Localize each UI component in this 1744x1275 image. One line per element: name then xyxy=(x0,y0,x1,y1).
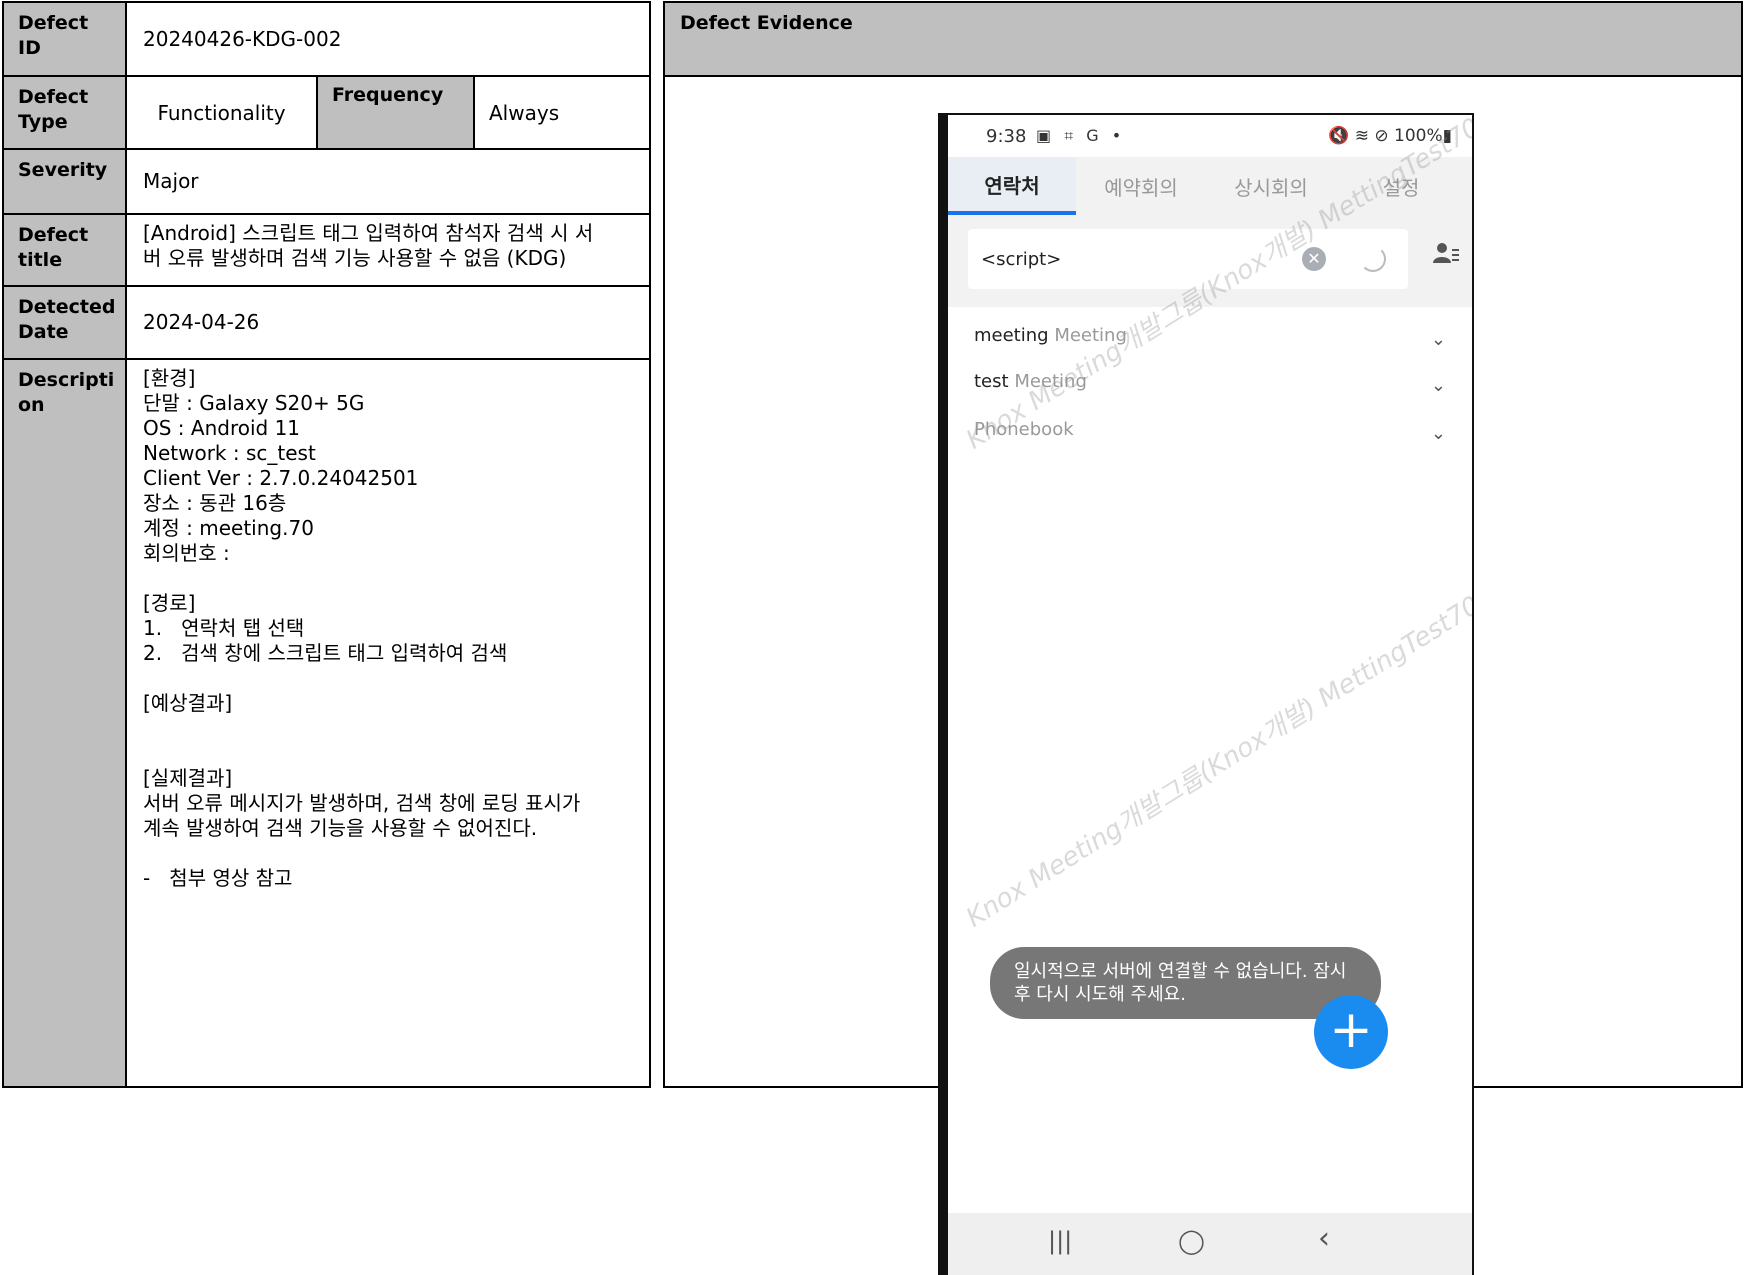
defect-title-label: Defect title xyxy=(4,215,127,285)
search-input-value: <script> xyxy=(981,249,1062,270)
tab-scheduled-meetings[interactable]: 예약회의 xyxy=(1076,157,1206,215)
frequency-value: Always xyxy=(489,100,560,125)
description-label: Descripti on xyxy=(4,360,127,1086)
back-icon[interactable]: ‹ xyxy=(1318,1221,1330,1256)
row-defect-title: Defect title [Android] 스크립트 태그 입력하여 참석자 … xyxy=(4,215,649,287)
row-detected-date: Detected Date 2024-04-26 xyxy=(4,287,649,360)
row-defect-id: Defect ID 20240426-KDG-002 xyxy=(4,3,649,77)
defect-id-label: Defect ID xyxy=(4,3,127,75)
severity-label: Severity xyxy=(4,150,127,213)
status-notification-icons: ▣ ⌗ G • xyxy=(1036,126,1126,145)
tab-contacts[interactable]: 연락처 xyxy=(948,157,1076,215)
defect-id-value: 20240426-KDG-002 xyxy=(143,26,342,51)
frequency-label: Frequency xyxy=(318,77,475,148)
defect-type-label: Defect Type xyxy=(4,77,127,148)
android-nav-bar: ||| ◯ ‹ xyxy=(948,1213,1472,1275)
phone-screenshot: 9:38 ▣ ⌗ G • 🔇 ≋ ⊘ 100%▮ 연락처 예약회의 상시회의 설… xyxy=(938,113,1474,1275)
row-defect-type: Defect Type Functionality Frequency Alwa… xyxy=(4,77,649,150)
home-icon[interactable]: ◯ xyxy=(1178,1227,1205,1255)
defect-title-value: [Android] 스크립트 태그 입력하여 참석자 검색 시 서 버 오류 발… xyxy=(143,221,594,270)
list-item-phonebook[interactable]: Phonebook ⌄ xyxy=(974,419,1446,459)
chevron-down-icon: ⌄ xyxy=(1430,423,1446,444)
chevron-down-icon: ⌄ xyxy=(1430,375,1446,396)
list-item-name: test xyxy=(974,371,1009,392)
add-fab-button[interactable]: + xyxy=(1314,995,1388,1069)
defect-type-value: Functionality xyxy=(127,77,318,148)
detected-date-label: Detected Date xyxy=(4,287,127,358)
row-description: Descripti on [환경] 단말 : Galaxy S20+ 5G OS… xyxy=(4,360,649,1086)
list-item-meeting[interactable]: meeting Meeting ⌄ xyxy=(974,325,1446,365)
severity-value: Major xyxy=(143,169,199,193)
list-item-name: meeting xyxy=(974,325,1049,346)
defect-table: Defect ID 20240426-KDG-002 Defect Type F… xyxy=(2,1,651,1088)
status-bar: 9:38 ▣ ⌗ G • 🔇 ≋ ⊘ 100%▮ xyxy=(948,115,1472,151)
chevron-down-icon: ⌄ xyxy=(1430,329,1446,350)
status-time: 9:38 xyxy=(986,126,1027,147)
contact-list-icon[interactable] xyxy=(1432,239,1460,267)
detected-date-value: 2024-04-26 xyxy=(143,310,260,334)
watermark: Knox Meeting개발그룹(Knox개발) MettingTest70 xyxy=(961,590,1474,934)
defect-evidence-header: Defect Evidence xyxy=(665,3,1741,77)
loading-spinner-icon xyxy=(1360,246,1386,272)
description-value: [환경] 단말 : Galaxy S20+ 5G OS : Android 11… xyxy=(143,366,581,890)
recent-apps-icon[interactable]: ||| xyxy=(1048,1227,1072,1255)
row-severity: Severity Major xyxy=(4,150,649,215)
